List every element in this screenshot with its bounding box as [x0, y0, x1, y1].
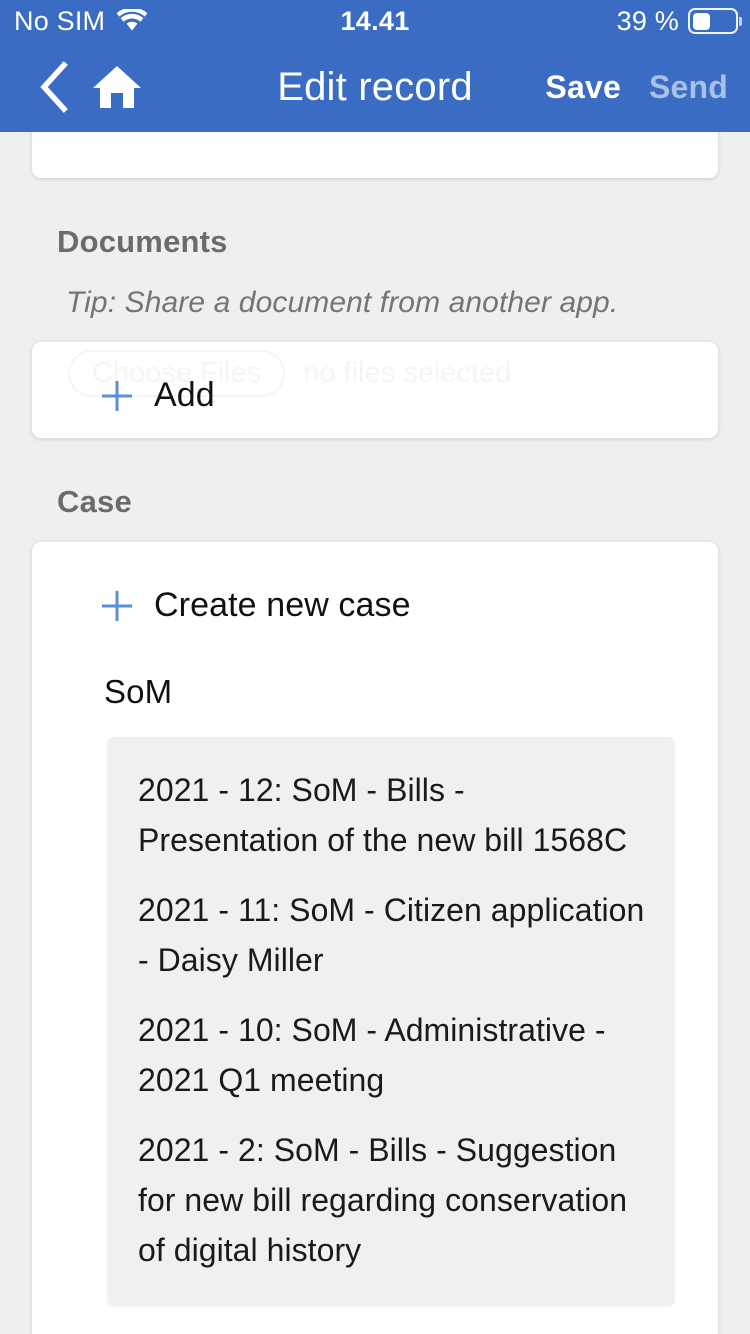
plus-icon: [98, 587, 136, 625]
form-scroll-area[interactable]: Documents Tip: Share a document from ano…: [0, 132, 750, 1334]
case-list[interactable]: 2021 - 12: SoM - Bills - Presentation of…: [108, 737, 674, 1305]
list-item[interactable]: 2021 - 2: SoM - Bills - Suggestion for n…: [108, 1115, 674, 1285]
case-section-title: Case: [57, 484, 750, 520]
status-bar: No SIM 14.41 39 %: [0, 0, 750, 42]
add-document-label: Add: [154, 376, 215, 415]
home-button[interactable]: [90, 64, 144, 110]
create-new-case-button[interactable]: Create new case: [32, 542, 718, 625]
navigation-bar: Edit record Save Send: [0, 42, 750, 132]
nav-actions: Save Send: [545, 69, 750, 106]
documents-section-title: Documents: [57, 224, 750, 260]
battery-fill: [693, 13, 711, 30]
list-item[interactable]: 2021 - 12: SoM - Bills - Presentation of…: [108, 755, 674, 875]
battery-percent-label: 39 %: [617, 6, 679, 37]
save-button[interactable]: Save: [545, 69, 621, 106]
phone-screen: No SIM 14.41 39 % Edit reco: [0, 0, 750, 1334]
list-item[interactable]: 2021 - 10: SoM - Administrative - 2021 Q…: [108, 995, 674, 1115]
home-icon: [92, 64, 142, 110]
send-button[interactable]: Send: [649, 69, 728, 106]
battery-icon: [688, 8, 738, 34]
add-document-button[interactable]: Add: [32, 376, 718, 415]
list-item[interactable]: 2021 - 11: SoM - Citizen application - D…: [108, 875, 674, 995]
previous-section-card: [32, 132, 718, 178]
plus-icon: [98, 377, 136, 415]
create-new-case-label: Create new case: [154, 586, 411, 625]
documents-tip: Tip: Share a document from another app.: [66, 286, 750, 320]
case-card: Create new case SoM 2021 - 12: SoM - Bil…: [32, 542, 718, 1334]
documents-card: Choose Files no files selected Add: [32, 342, 718, 438]
back-button[interactable]: [26, 61, 82, 113]
chevron-left-icon: [37, 61, 71, 113]
status-bar-right: 39 %: [617, 6, 750, 37]
case-group-label: SoM: [104, 673, 718, 711]
